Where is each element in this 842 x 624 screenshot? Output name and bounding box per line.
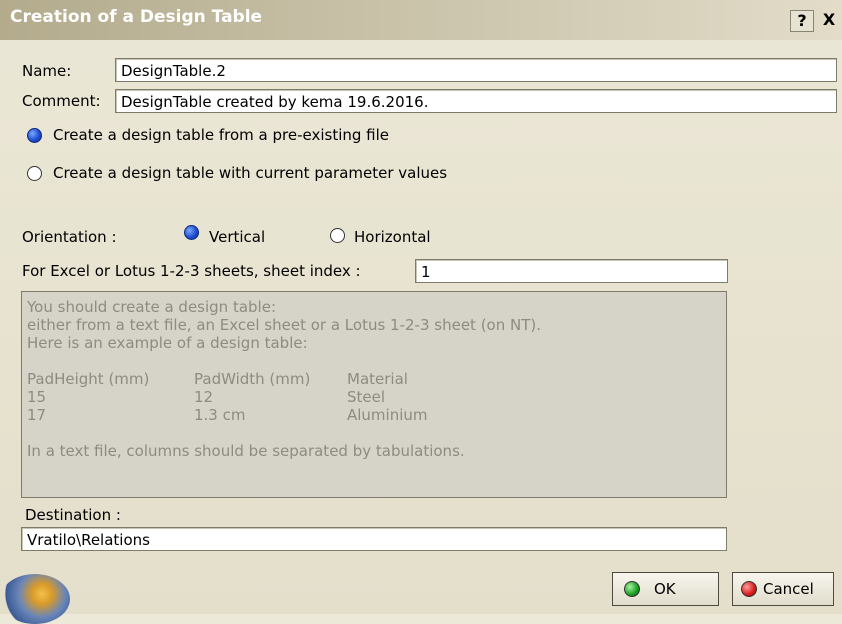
- destination-input[interactable]: Vratilo\Relations: [21, 527, 727, 551]
- sheet-index-input[interactable]: 1: [415, 259, 728, 283]
- example-cell: Material: [347, 370, 408, 388]
- info-line: Here is an example of a design table:: [27, 334, 308, 352]
- name-label: Name:: [22, 62, 72, 80]
- orientation-vertical-label: Vertical: [209, 228, 266, 246]
- design-table-dialog: Creation of a Design Table ? X Name: Des…: [0, 0, 842, 624]
- example-cell: Aluminium: [347, 406, 428, 424]
- window-title: Creation of a Design Table: [10, 7, 263, 27]
- orientation-horizontal-label: Horizontal: [354, 228, 431, 246]
- orientation-label: Orientation :: [22, 228, 117, 246]
- cancel-button-label: Cancel: [763, 580, 814, 598]
- radio-unselected-icon[interactable]: [27, 166, 42, 181]
- example-cell: 12: [194, 388, 214, 406]
- radio-selected-icon[interactable]: [27, 128, 42, 143]
- comment-label: Comment:: [22, 92, 101, 110]
- ok-icon: [624, 581, 640, 597]
- example-cell: Steel: [347, 388, 386, 406]
- info-line: You should create a design table:: [27, 298, 277, 316]
- example-cell: 15: [27, 388, 47, 406]
- source-option-file-label: Create a design table from a pre-existin…: [53, 126, 390, 144]
- source-option-current-label: Create a design table with current param…: [53, 164, 448, 182]
- cancel-button[interactable]: Cancel: [732, 572, 834, 606]
- design-table-help-text: You should create a design table: either…: [21, 291, 727, 498]
- catia-logo-icon: [0, 574, 70, 624]
- example-row: 17 1.3 cm Aluminium: [27, 406, 726, 424]
- ok-button-label: OK: [654, 580, 676, 598]
- example-cell: PadWidth (mm): [194, 370, 311, 388]
- example-cell: 1.3 cm: [194, 406, 246, 424]
- close-button[interactable]: X: [818, 10, 840, 30]
- sheet-index-label: For Excel or Lotus 1-2-3 sheets, sheet i…: [22, 262, 361, 280]
- destination-label: Destination :: [25, 506, 121, 524]
- help-button[interactable]: ?: [790, 10, 814, 32]
- comment-input[interactable]: DesignTable created by kema 19.6.2016.: [115, 89, 837, 113]
- ok-button[interactable]: OK: [612, 572, 719, 606]
- info-line: either from a text file, an Excel sheet …: [27, 316, 542, 334]
- radio-selected-icon[interactable]: [184, 225, 199, 240]
- info-footer: In a text file, columns should be separa…: [27, 442, 465, 460]
- cancel-icon: [741, 581, 757, 597]
- radio-unselected-icon[interactable]: [330, 228, 345, 243]
- example-header-row: PadHeight (mm) PadWidth (mm) Material: [27, 370, 726, 388]
- example-cell: PadHeight (mm): [27, 370, 150, 388]
- title-bar: Creation of a Design Table ? X: [0, 0, 842, 40]
- example-row: 15 12 Steel: [27, 388, 726, 406]
- name-input[interactable]: DesignTable.2: [115, 58, 837, 82]
- example-cell: 17: [27, 406, 47, 424]
